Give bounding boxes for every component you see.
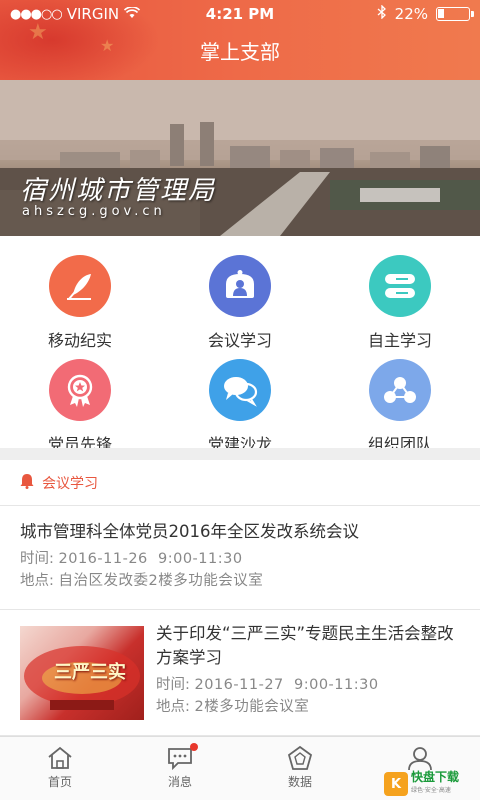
list-item[interactable]: 三严三实 关于印发“三严三实”专题民主生活会整改方案学习 时间: 2016-11… — [0, 610, 480, 736]
section-title: 会议学习 — [42, 475, 98, 492]
grid-item-party-pioneer[interactable]: 党员先锋 — [0, 340, 160, 454]
news-time: 时间: 2016-11-27 9:00-11:30 — [156, 674, 462, 696]
team-icon — [369, 359, 431, 421]
thumbnail-text: 三严三实 — [54, 662, 126, 683]
tab-data[interactable]: 数据 — [240, 737, 360, 800]
section-header[interactable]: 会议学习 — [0, 460, 480, 506]
tab-label: 首页 — [47, 775, 72, 789]
watermark-title: 快盘下载 — [411, 770, 460, 784]
tab-home[interactable]: 首页 — [0, 737, 120, 800]
banner-image[interactable]: 宿州城市管理局 ahszcg.gov.cn — [0, 80, 480, 236]
feather-icon — [49, 255, 111, 317]
grid-item-meeting-study[interactable]: 会议学习 — [160, 236, 320, 350]
function-grid: 移动纪实 会议学习 自主学习 党员先锋 党建沙龙 组织团队 — [0, 236, 480, 454]
time-value: 2016-11-27 9:00-11:30 — [194, 677, 379, 693]
place-label: 地点: — [156, 699, 190, 715]
tab-label: 数据 — [287, 775, 312, 789]
place-value: 自治区发改委2楼多功能会议室 — [58, 573, 264, 589]
data-icon — [286, 745, 314, 771]
news-place: 地点: 自治区发改委2楼多功能会议室 — [20, 570, 460, 592]
time-label: 时间: — [20, 551, 54, 567]
chat-icon — [209, 359, 271, 421]
meeting-icon — [209, 255, 271, 317]
book-icon — [369, 255, 431, 317]
grid-item-org-team[interactable]: 组织团队 — [320, 340, 480, 454]
unread-badge — [190, 743, 198, 751]
section-divider — [0, 448, 480, 460]
battery-percent: 22% — [394, 5, 428, 23]
signal-icon: ●●●○○ — [10, 6, 63, 22]
grid-item-party-salon[interactable]: 党建沙龙 — [160, 340, 320, 454]
list-item[interactable]: 城市管理科全体党员2016年全区发改系统会议 时间: 2016-11-26 9:… — [0, 506, 480, 610]
watermark-text: 快盘下载 绿色·安全·高速 — [411, 771, 459, 797]
battery-icon — [436, 7, 474, 21]
news-time: 时间: 2016-11-26 9:00-11:30 — [20, 548, 460, 570]
page-title: 掌上支部 — [200, 40, 280, 64]
app-header: ★ ★ ●●●○○ VIRGIN 4:21 PM 22% 掌上支部 — [0, 0, 480, 80]
news-thumbnail: 三严三实 — [20, 626, 144, 720]
time-label: 时间: — [156, 677, 190, 693]
watermark-tagline: 绿色·安全·高速 — [411, 787, 451, 794]
profile-icon — [406, 745, 434, 771]
tab-label: 消息 — [167, 775, 192, 789]
banner-subtitle: ahszcg.gov.cn — [22, 204, 166, 219]
message-icon — [166, 743, 198, 771]
watermark-logo: K 快盘下载 绿色·安全·高速 — [384, 770, 474, 798]
bell-icon — [20, 473, 34, 493]
home-icon — [46, 745, 74, 771]
grid-item-self-study[interactable]: 自主学习 — [320, 236, 480, 350]
tab-messages[interactable]: 消息 — [120, 737, 240, 800]
carrier-label: VIRGIN — [66, 5, 120, 23]
wifi-icon — [124, 5, 141, 23]
banner-title: 宿州城市管理局 — [20, 176, 217, 206]
news-title: 关于印发“三严三实”专题民主生活会整改方案学习 — [156, 624, 454, 667]
place-value: 2楼多功能会议室 — [194, 699, 310, 715]
watermark-icon: K — [384, 772, 408, 796]
news-place: 地点: 2楼多功能会议室 — [156, 696, 462, 718]
medal-icon — [49, 359, 111, 421]
bluetooth-icon — [377, 4, 387, 23]
time-value: 2016-11-26 9:00-11:30 — [58, 551, 243, 567]
news-title: 城市管理科全体党员2016年全区发改系统会议 — [20, 522, 359, 541]
grid-item-mobile-record[interactable]: 移动纪实 — [0, 236, 160, 350]
place-label: 地点: — [20, 573, 54, 589]
status-bar: ●●●○○ VIRGIN 4:21 PM 22% — [0, 0, 480, 28]
